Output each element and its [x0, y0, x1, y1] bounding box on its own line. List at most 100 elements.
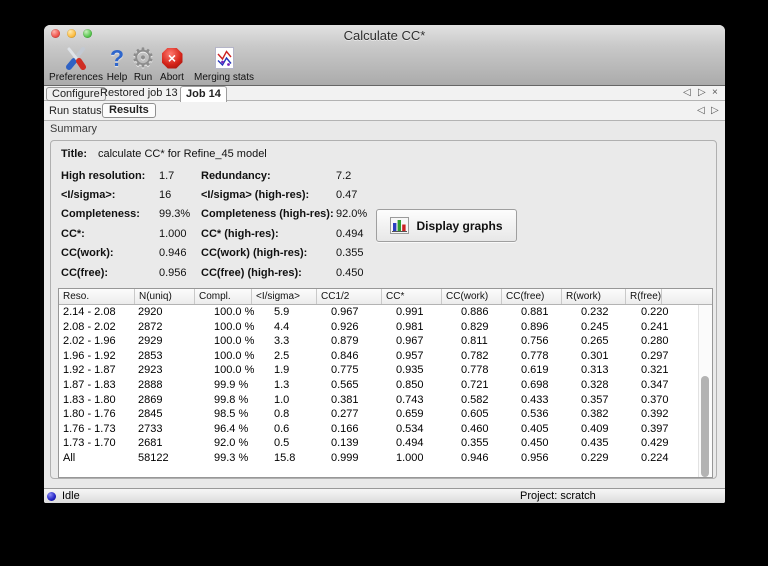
stat-label-highres: CC(free) (high-res): [201, 266, 302, 279]
cell-ccstar: 0.659 [396, 408, 424, 421]
table-row[interactable]: 1.73 - 1.70 2681 92.0 % 0.5 0.139 0.494 … [59, 436, 712, 451]
cell-cc12: 0.565 [331, 378, 359, 391]
table-row[interactable]: 2.02 - 1.96 2929 100.0 % 3.3 0.879 0.967… [59, 334, 712, 349]
table-header-cell[interactable]: R(work) [562, 289, 626, 304]
main-tab-bar: Configure Restored job 13 Job 14 ◁ ▷ × [44, 86, 725, 102]
toolbar-item-preferences[interactable]: Preferences [46, 44, 106, 83]
results-table: Reso. N(uniq) Compl. <I/sigma> CC1/2 CC*… [58, 288, 713, 478]
stat-value-highres: 0.47 [336, 189, 358, 202]
stat-value: 16 [159, 189, 172, 202]
cell-compl: 92.0 % [214, 437, 249, 450]
cell-nuniq: 2869 [138, 393, 163, 406]
cell-rwork: 0.328 [581, 378, 609, 391]
stat-value: 0.956 [159, 266, 187, 279]
cell-nuniq: 2681 [138, 437, 163, 450]
cell-compl: 96.4 % [214, 422, 249, 435]
cell-isigma: 3.3 [274, 335, 290, 348]
table-row[interactable]: 1.83 - 1.80 2869 99.8 % 1.0 0.381 0.743 … [59, 393, 712, 408]
cell-ccfree: 0.881 [521, 306, 549, 318]
cell-cc12: 0.166 [331, 422, 359, 435]
tab-run-status[interactable]: Run status [49, 105, 102, 117]
table-header-cell[interactable]: N(uniq) [135, 289, 195, 304]
merging-stats-icon [214, 45, 234, 71]
table-header-cell[interactable]: <I/sigma> [252, 289, 317, 304]
cell-ccwork: 0.721 [461, 378, 489, 391]
question-icon: ? [109, 45, 125, 71]
stat-row: CC(work): 0.946 CC(work) (high-res): 0.3… [51, 244, 716, 263]
cell-cc12: 0.926 [331, 320, 359, 333]
tab-scroll-left-icon[interactable]: ◁ [683, 87, 691, 98]
cell-ccstar: 0.494 [396, 437, 424, 450]
sub-tab-bar: Run status Results ◁ ▷ [44, 101, 725, 121]
stat-row: CC(free): 0.956 CC(free) (high-res): 0.4… [51, 263, 716, 282]
cell-reso: 2.14 - 2.08 [63, 306, 116, 318]
table-row[interactable]: 1.96 - 1.92 2853 100.0 % 2.5 0.846 0.957… [59, 349, 712, 364]
cell-cc12: 0.967 [331, 306, 359, 318]
stat-label-highres: <I/sigma> (high-res): [201, 189, 310, 202]
cell-rwork: 0.232 [581, 306, 609, 318]
cell-isigma: 5.9 [274, 306, 290, 318]
table-header-cell[interactable]: CC(work) [442, 289, 502, 304]
stat-value: 1.7 [159, 169, 175, 182]
tab-configure[interactable]: Configure [46, 87, 106, 101]
table-row[interactable]: 1.92 - 1.87 2923 100.0 % 1.9 0.775 0.935… [59, 363, 712, 378]
app-window: Calculate CC* Preferences ? Help ⚙ Run × [44, 25, 725, 503]
table-row[interactable]: 2.08 - 2.02 2872 100.0 % 4.4 0.926 0.981… [59, 320, 712, 335]
job-title-value: calculate CC* for Refine_45 model [98, 148, 267, 160]
scrollbar-thumb[interactable] [701, 376, 709, 477]
bar-chart-icon [390, 217, 410, 234]
stat-row: <I/sigma>: 16 <I/sigma> (high-res): 0.47 [51, 185, 716, 204]
cell-cc12: 0.775 [331, 364, 359, 377]
cell-reso: 1.87 - 1.83 [63, 378, 116, 391]
table-row[interactable]: All 58122 99.3 % 15.8 0.999 1.000 0.946 … [59, 451, 712, 466]
cell-ccwork: 0.778 [461, 364, 489, 377]
subtab-scroll-right-icon[interactable]: ▷ [711, 105, 719, 116]
tab-results[interactable]: Results [102, 103, 156, 118]
toolbar-label: Merging stats [193, 72, 255, 83]
table-header-cell[interactable]: CC* [382, 289, 442, 304]
cell-rwork: 0.357 [581, 393, 609, 406]
stat-value-highres: 0.494 [336, 227, 364, 240]
toolbar-label: Preferences [49, 72, 103, 83]
cell-rfree: 0.280 [641, 335, 669, 348]
table-row[interactable]: 2.14 - 2.08 2920 100.0 % 5.9 0.967 0.991… [59, 305, 712, 320]
cell-isigma: 15.8 [274, 451, 296, 464]
toolbar-item-abort[interactable]: × Abort [155, 44, 189, 83]
cell-cc12: 0.139 [331, 437, 359, 450]
cell-reso: 2.08 - 2.02 [63, 320, 116, 333]
toolbar-item-run[interactable]: ⚙ Run [128, 44, 158, 84]
display-graphs-button[interactable]: Display graphs [376, 209, 517, 242]
cell-reso: 1.92 - 1.87 [63, 364, 116, 377]
tab-close-icon[interactable]: × [712, 87, 718, 98]
table-row[interactable]: 1.80 - 1.76 2845 98.5 % 0.8 0.277 0.659 … [59, 407, 712, 422]
tab-restored-job-13[interactable]: Restored job 13 [100, 87, 178, 99]
tab-scroll-right-icon[interactable]: ▷ [698, 87, 706, 98]
cell-nuniq: 2929 [138, 335, 163, 348]
table-row[interactable]: 1.76 - 1.73 2733 96.4 % 0.6 0.166 0.534 … [59, 422, 712, 437]
cell-cc12: 0.999 [331, 451, 359, 464]
subtab-scroll-left-icon[interactable]: ◁ [697, 105, 705, 116]
stop-icon-wrap: × [161, 45, 183, 71]
table-row[interactable]: 1.87 - 1.83 2888 99.9 % 1.3 0.565 0.850 … [59, 378, 712, 393]
table-header-cell[interactable]: Compl. [195, 289, 252, 304]
window-title: Calculate CC* [343, 28, 426, 43]
toolbar-label: Help [106, 72, 128, 83]
cell-ccstar: 0.850 [396, 378, 424, 391]
table-header-cell[interactable]: CC(free) [502, 289, 562, 304]
cell-ccstar: 0.967 [396, 335, 424, 348]
tab-job-14[interactable]: Job 14 [180, 86, 227, 102]
cell-reso: 1.73 - 1.70 [63, 437, 116, 450]
table-header-cell[interactable]: CC1/2 [317, 289, 382, 304]
table-header-cell[interactable]: R(free) [626, 289, 663, 304]
table-header-cell[interactable]: Reso. [59, 289, 135, 304]
cell-isigma: 1.3 [274, 378, 290, 391]
cell-rwork: 0.313 [581, 364, 609, 377]
toolbar-item-merging-stats[interactable]: Merging stats [188, 44, 260, 83]
cell-rfree: 0.241 [641, 320, 669, 333]
table-scrollbar[interactable] [698, 305, 712, 477]
cell-nuniq: 2853 [138, 349, 163, 362]
cell-nuniq: 2845 [138, 408, 163, 421]
cell-cc12: 0.277 [331, 408, 359, 421]
stat-value-highres: 0.450 [336, 266, 364, 279]
cell-ccstar: 1.000 [396, 451, 424, 464]
